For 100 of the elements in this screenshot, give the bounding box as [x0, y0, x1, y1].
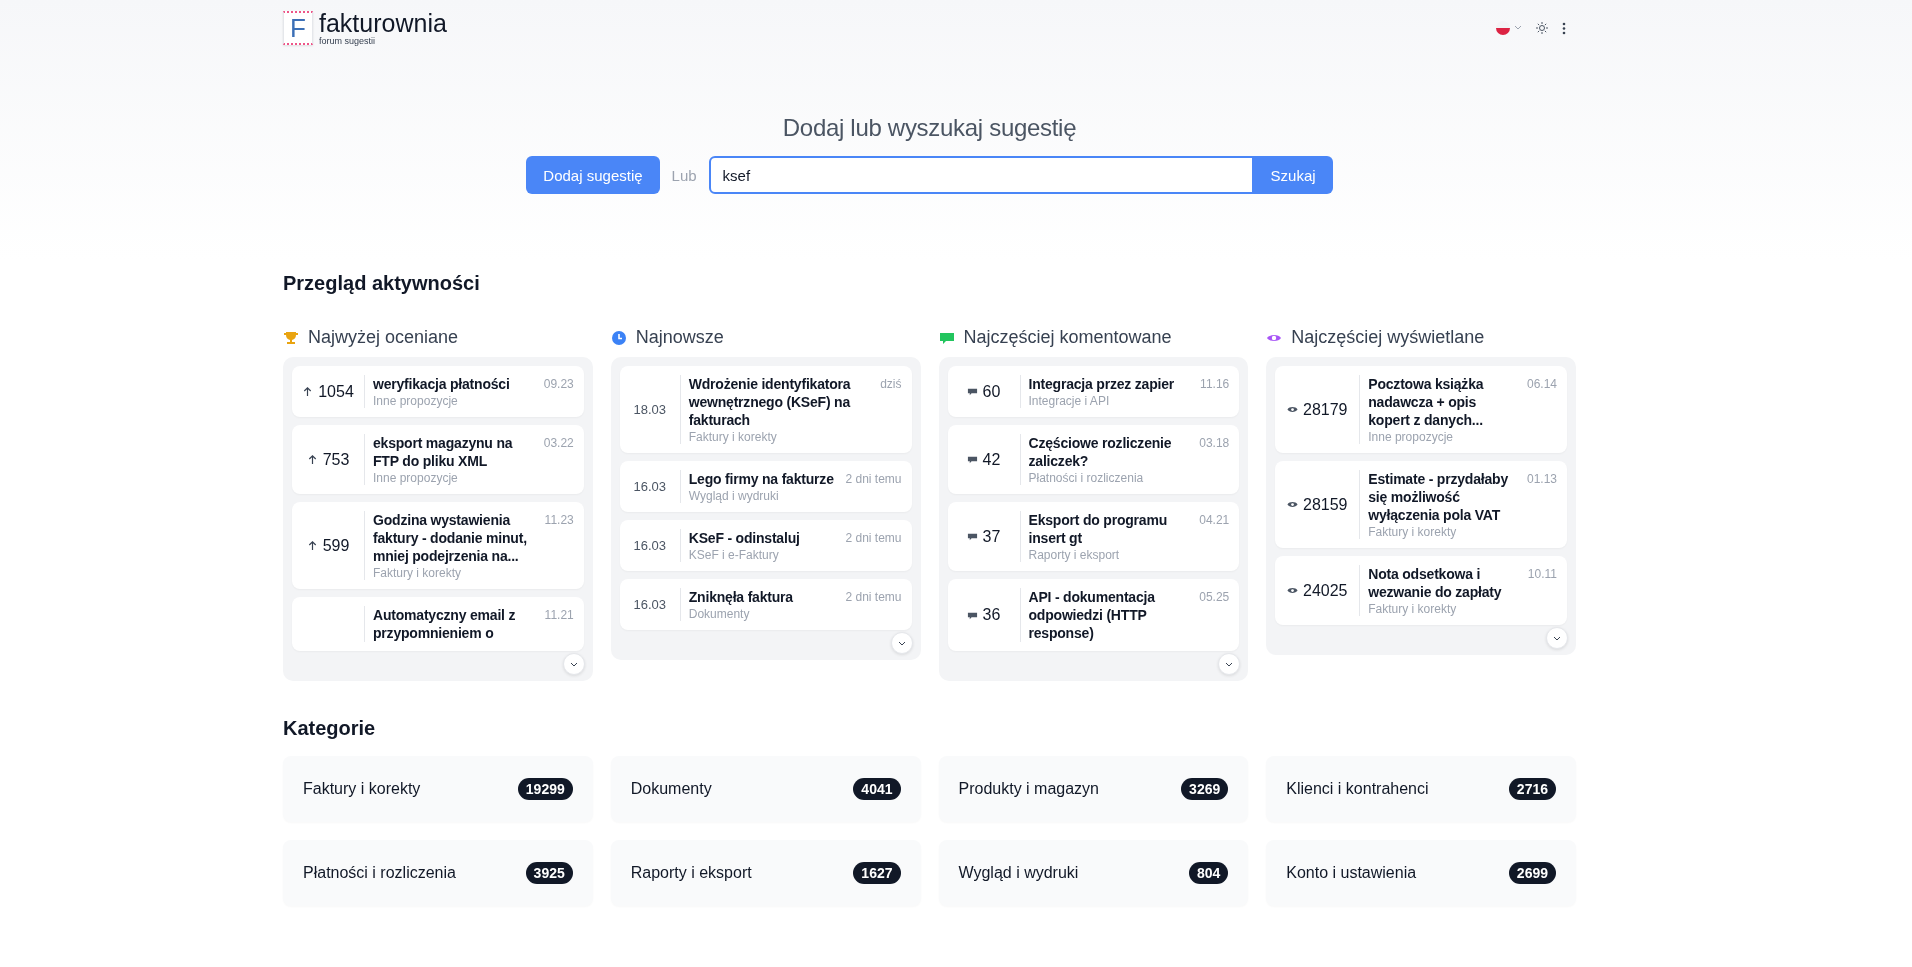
- scroll-down-button[interactable]: [1546, 627, 1568, 649]
- category-tile[interactable]: Produkty i magazyn 3269: [938, 756, 1249, 822]
- category-name: Produkty i magazyn: [958, 780, 1099, 798]
- suggestion-card[interactable]: 60 Integracja przez zapier 11.16 Integracje i API: [947, 366, 1240, 417]
- page-heading: Dodaj lub wyszukaj sugestię: [781, 114, 1078, 142]
- stat-count: 28179: [1303, 400, 1348, 419]
- category-tile[interactable]: Raporty i eksport 1627: [610, 840, 921, 906]
- brand-name[interactable]: fakturownia: [319, 10, 447, 36]
- suggestion-title: Pocztowa książka nadawcza + opis kopert z danych...: [1368, 375, 1485, 429]
- suggestion-title: Nota odsetkowa i wezwanie do zapłaty: [1368, 565, 1503, 601]
- suggestion-date: 03.22: [543, 435, 574, 450]
- clock-icon: [610, 329, 627, 346]
- suggestion-date: dziś: [880, 376, 902, 391]
- count-badge: 2699: [1508, 862, 1556, 884]
- count-badge: 19299: [517, 778, 573, 800]
- logo-mark[interactable]: F: [283, 11, 313, 45]
- suggestion-date: 09.23: [543, 376, 574, 391]
- suggestion-card[interactable]: 28179 Pocztowa książka nadawcza + opis kopert z danych... 06.14 Inne propozycje: [1275, 366, 1567, 453]
- suggestion-title: eksport magazynu na FTP do pliku XML: [373, 434, 514, 470]
- stat-count: 37: [982, 527, 1001, 546]
- stat-count: 599: [322, 536, 350, 555]
- sun-icon[interactable]: [1536, 22, 1548, 34]
- tagline: forum sugestii: [319, 35, 377, 46]
- suggestion-card[interactable]: 599 Godzina wystawienia faktury - dodanie minut, mniej podejrzenia na... 11.23 Faktury i korekty: [292, 502, 584, 589]
- category-tile[interactable]: Wygląd i wydruki 804: [938, 840, 1249, 906]
- suggestion-category: Faktury i korekty: [1368, 602, 1458, 616]
- suggestion-title: Godzina wystawienia faktury - dodanie minut, mniej podejrzenia na...: [373, 511, 528, 565]
- suggestion-card[interactable]: 16.03 Lego firmy na fakturze 2 dni temu Wygląd i wydruki: [619, 461, 912, 512]
- comment-icon: [966, 454, 978, 465]
- more-icon[interactable]: [1562, 21, 1566, 35]
- stat-count: 753: [322, 450, 350, 469]
- suggestion-card[interactable]: 16.03 Zniknęła faktura 2 dni temu Dokumenty: [619, 579, 912, 630]
- suggestion-card[interactable]: 37 Eksport do programu insert gt 04.21 Raporty i eksport: [947, 502, 1240, 571]
- stat-count: 28159: [1303, 495, 1348, 514]
- section-heading: Przegląd aktywności: [283, 272, 481, 295]
- count-badge: 804: [1188, 862, 1229, 884]
- suggestion-category: Inne propozycje: [373, 471, 459, 485]
- suggestion-card[interactable]: 24025 Nota odsetkowa i wezwanie do zapłaty 10.11 Faktury i korekty: [1275, 556, 1567, 625]
- suggestion-title: weryfikacja płatności: [373, 375, 511, 393]
- category-name: Raporty i eksport: [630, 864, 752, 882]
- suggestion-title: Integracja przez zapier: [1028, 375, 1176, 393]
- suggestion-title: API - dokumentacja odpowiedzi (HTTP response): [1028, 588, 1156, 642]
- up-arrow-icon: [306, 454, 318, 465]
- suggestion-category: Faktury i korekty: [688, 430, 778, 444]
- suggestion-card[interactable]: 18.03 Wdrożenie identyfikatora wewnętrznego (KSeF) na fakturach dziś Faktury i korekty: [619, 366, 912, 453]
- category-tile[interactable]: Klienci i kontrahenci 2716: [1266, 756, 1576, 822]
- count-badge: 4041: [853, 778, 901, 800]
- suggestion-date: 04.21: [1199, 512, 1230, 527]
- up-arrow-icon: [302, 386, 314, 397]
- stat-count: 18.03: [633, 402, 666, 417]
- eye-icon: [1287, 404, 1298, 415]
- suggestion-category: Wygląd i wydruki: [688, 489, 780, 503]
- suggestion-date: 2 dni temu: [845, 589, 902, 604]
- count-badge: 3925: [525, 862, 573, 884]
- section-heading: Kategorie: [283, 717, 377, 740]
- suggestion-title: Wdrożenie identyfikatora wewnętrznego (KSeF) na fakturach: [688, 375, 852, 429]
- category-tile[interactable]: Faktury i korekty 19299: [283, 756, 593, 822]
- suggestion-category: Integracje i API: [1028, 394, 1111, 408]
- trophy-icon: [283, 329, 299, 346]
- eye-icon: [1287, 585, 1298, 596]
- column-heading: Najnowsze: [635, 327, 724, 348]
- suggestion-card[interactable]: 753 eksport magazynu na FTP do pliku XML 03.22 Inne propozycje: [292, 425, 584, 494]
- category-name: Faktury i korekty: [303, 780, 421, 798]
- suggestion-card[interactable]: 1054 weryfikacja płatności 09.23 Inne propozycje: [292, 366, 584, 417]
- suggestion-date: 03.18: [1199, 435, 1230, 450]
- suggestion-category: Faktury i korekty: [373, 566, 463, 580]
- suggestion-card[interactable]: 42 Częściowe rozliczenie zaliczek? 03.18 Płatności i rozliczenia: [947, 425, 1240, 494]
- category-name: Wygląd i wydruki: [958, 864, 1079, 882]
- suggestion-card[interactable]: 36 API - dokumentacja odpowiedzi (HTTP response) 05.25: [947, 579, 1240, 651]
- suggestion-title: Automatyczny email z przypomnieniem o: [373, 606, 517, 642]
- suggestion-category: Inne propozycje: [1368, 430, 1454, 444]
- category-tile[interactable]: Dokumenty 4041: [610, 756, 921, 822]
- suggestion-category: Płatności i rozliczenia: [1028, 471, 1145, 485]
- chevron-down-icon[interactable]: [1514, 25, 1522, 31]
- chevron-down-icon: [1553, 635, 1561, 641]
- suggestion-title: KSeF - odinstaluj: [688, 529, 801, 547]
- column-heading: Najczęściej komentowane: [963, 327, 1172, 348]
- stat-count: 60: [982, 382, 1001, 401]
- suggestion-title: Lego firmy na fakturze: [688, 470, 835, 488]
- category-name: Płatności i rozliczenia: [303, 864, 456, 882]
- language-flag[interactable]: [1496, 21, 1510, 35]
- suggestion-card[interactable]: Automatyczny email z przypomnieniem o 11.21: [292, 597, 584, 651]
- count-badge: 1627: [853, 862, 901, 884]
- category-tile[interactable]: Konto i ustawienia 2699: [1266, 840, 1576, 906]
- stat-count: 1054: [318, 382, 354, 401]
- suggestion-date: 06.14: [1526, 376, 1557, 391]
- scroll-down-button[interactable]: [1218, 653, 1241, 675]
- up-arrow-icon: [306, 540, 318, 551]
- category-tile[interactable]: Płatności i rozliczenia 3925: [283, 840, 593, 906]
- scroll-down-button[interactable]: [890, 632, 913, 654]
- suggestion-card[interactable]: 28159 Estimate - przydałaby się możliwość wyłączenia pola VAT 01.13 Faktury i korekty: [1275, 461, 1567, 548]
- category-name: Konto i ustawienia: [1286, 864, 1417, 882]
- suggestion-date: 2 dni temu: [845, 530, 902, 545]
- scroll-down-button[interactable]: [562, 653, 585, 675]
- or-label: Lub: [671, 166, 697, 184]
- suggestion-card[interactable]: 16.03 KSeF - odinstaluj 2 dni temu KSeF i e-Faktury: [619, 520, 912, 571]
- comment-icon: [966, 386, 978, 397]
- suggestion-date: 11.23: [544, 512, 574, 527]
- search-field[interactable]: ksef: [708, 156, 1254, 194]
- suggestion-category: Raporty i eksport: [1028, 548, 1121, 562]
